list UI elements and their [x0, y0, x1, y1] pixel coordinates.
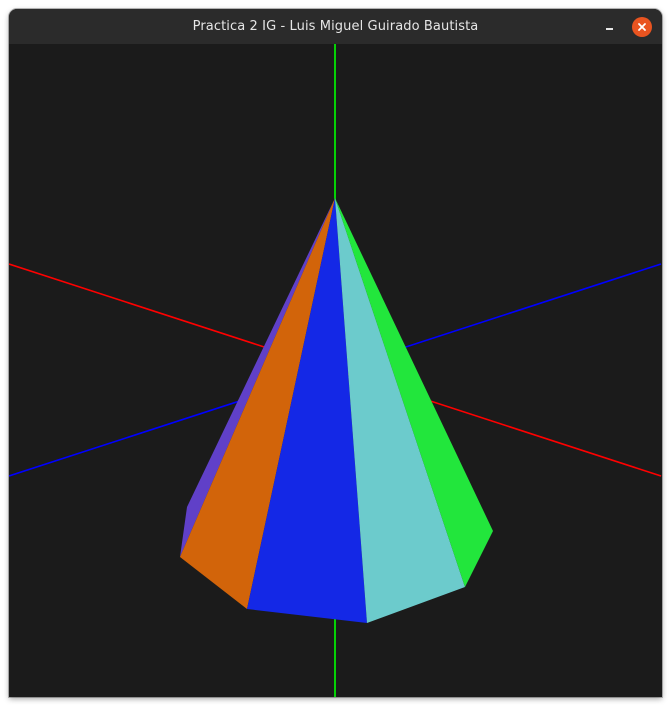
title-bar[interactable]: Practica 2 IG - Luis Miguel Guirado Baut… [9, 9, 662, 44]
scene-canvas [9, 44, 662, 697]
app-window: Practica 2 IG - Luis Miguel Guirado Baut… [9, 9, 662, 697]
minimize-button[interactable] [600, 18, 618, 36]
opengl-viewport[interactable] [9, 44, 662, 697]
window-title: Practica 2 IG - Luis Miguel Guirado Baut… [192, 19, 479, 34]
minimize-icon [605, 28, 613, 30]
close-icon [638, 23, 646, 31]
close-button[interactable] [632, 17, 652, 37]
